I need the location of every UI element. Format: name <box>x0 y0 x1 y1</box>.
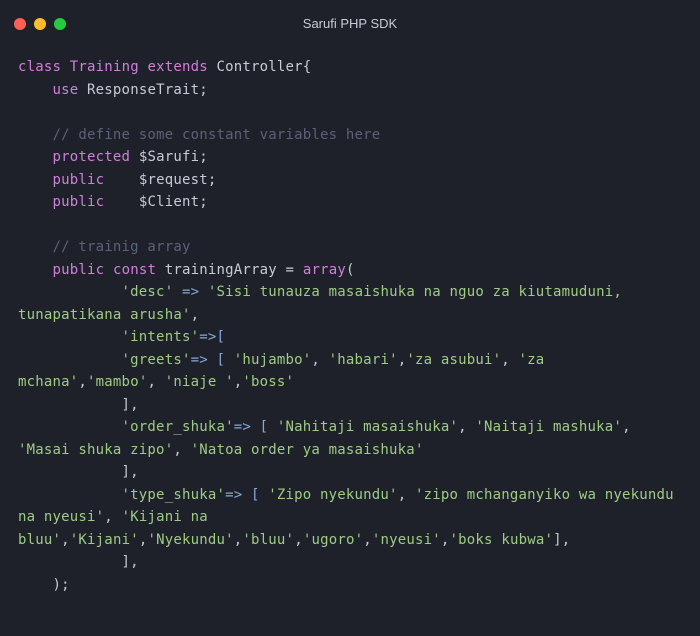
str-val: 'habari' <box>329 352 398 368</box>
parent-class: Controller{ <box>217 59 312 75</box>
str-val: 'niaje ' <box>165 374 234 390</box>
key-type: 'type_shuka' <box>122 487 226 503</box>
keyword-class: class <box>18 59 61 75</box>
keyword-use: use <box>53 82 79 98</box>
arrow-open: => [ <box>225 487 260 503</box>
var-request: $request; <box>139 172 217 188</box>
str-val: 'za asubui' <box>406 352 501 368</box>
str-val: 'Masai shuka zipo' <box>18 442 173 458</box>
str-val: 'nyeusi' <box>372 532 441 548</box>
code-block: class Training extends Controller{ use R… <box>0 48 700 604</box>
const-name: trainingArray = <box>165 262 294 278</box>
str-val: 'bluu' <box>242 532 294 548</box>
str-val: 'Natoa order ya masaishuka' <box>191 442 424 458</box>
str-val: 'Nyekundu' <box>147 532 233 548</box>
comment-line: // trainig array <box>53 239 191 255</box>
close-bracket: ], <box>122 464 139 480</box>
class-name: Training <box>70 59 139 75</box>
keyword-protected: protected <box>53 149 131 165</box>
arrow-open: =>[ <box>199 329 225 345</box>
open-paren: ( <box>346 262 355 278</box>
minimize-icon[interactable] <box>34 18 46 30</box>
keyword-extends: extends <box>147 59 207 75</box>
key-greets: 'greets' <box>122 352 191 368</box>
var-sarufi: $Sarufi; <box>139 149 208 165</box>
close-icon[interactable] <box>14 18 26 30</box>
close-paren: ); <box>53 577 70 593</box>
keyword-public: public <box>53 262 105 278</box>
comment-line: // define some constant variables here <box>53 127 381 143</box>
keyword-array: array <box>303 262 346 278</box>
keyword-const: const <box>113 262 156 278</box>
comma: , <box>191 307 200 323</box>
str-val: 'Kijani' <box>70 532 139 548</box>
str-val: 'boss' <box>242 374 294 390</box>
window-title: Sarufi PHP SDK <box>0 13 700 36</box>
close-bracket: ], <box>122 397 139 413</box>
str-desc: 'Sisi tunauza masaishuka na nguo za kiut… <box>18 284 631 323</box>
str-val: 'Nahitaji masaishuka' <box>277 419 458 435</box>
var-client: $Client; <box>139 194 208 210</box>
arrow-open: => [ <box>234 419 269 435</box>
str-val: 'mambo' <box>87 374 147 390</box>
str-val: 'boks kubwa' <box>450 532 554 548</box>
maximize-icon[interactable] <box>54 18 66 30</box>
key-intents: 'intents' <box>122 329 200 345</box>
arrow-open: => [ <box>191 352 226 368</box>
keyword-public: public <box>53 172 105 188</box>
key-order: 'order_shuka' <box>122 419 234 435</box>
str-val: 'ugoro' <box>303 532 363 548</box>
window-titlebar: Sarufi PHP SDK <box>0 0 700 48</box>
trait-name: ResponseTrait; <box>87 82 208 98</box>
keyword-public: public <box>53 194 105 210</box>
str-val: 'Zipo nyekundu' <box>268 487 397 503</box>
close-bracket: ], <box>122 554 139 570</box>
traffic-lights <box>14 18 66 30</box>
key-desc: 'desc' <box>122 284 174 300</box>
str-val: 'hujambo' <box>234 352 312 368</box>
str-val: 'Naitaji mashuka' <box>475 419 622 435</box>
arrow-op: => <box>182 284 199 300</box>
